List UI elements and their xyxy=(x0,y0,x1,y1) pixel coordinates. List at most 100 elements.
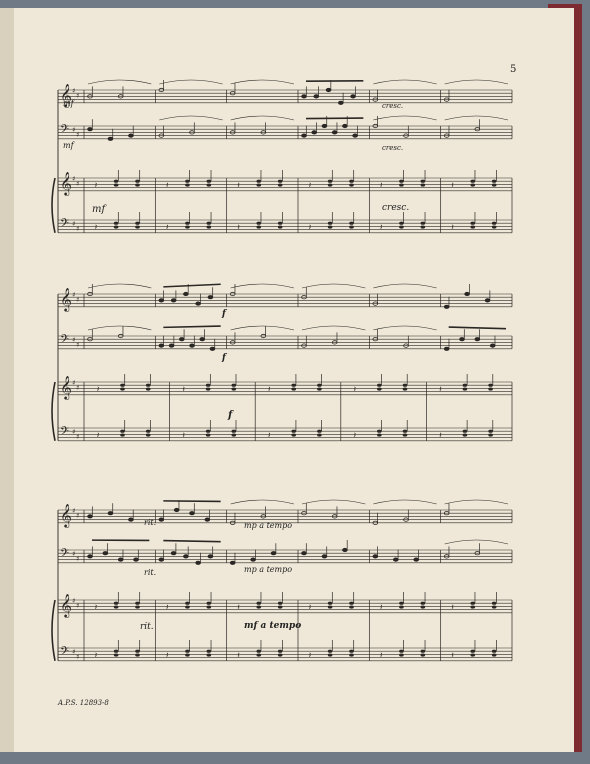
system-1-piano-rh-key: ♯ xyxy=(76,180,79,188)
system-3-cello-key: ♯ xyxy=(72,550,75,558)
system-3-piano-lh-chord xyxy=(328,650,333,653)
system-3-piano-lh-chord xyxy=(135,653,140,656)
system-3-piano-lh-key: ♯ xyxy=(72,648,75,656)
system-3-piano-lh-chord xyxy=(114,653,119,656)
system-3-piano-lh-chord xyxy=(492,653,497,656)
system-1-piano-rh-chord xyxy=(207,180,212,183)
system-2-cello-note xyxy=(179,338,184,341)
system-2-piano-lh-chord xyxy=(232,433,237,436)
system-2-piano-rh-chord xyxy=(146,384,151,387)
system-3-piano-rh-chord xyxy=(207,602,212,605)
system-2-violin-key: ♯ xyxy=(76,296,79,304)
system-2-violin-note xyxy=(159,299,164,302)
system-3-piano-rh-chord xyxy=(421,605,426,608)
system-1-piano-lh-chord xyxy=(278,222,283,225)
system-2-piano-rh-chord xyxy=(232,387,237,390)
score-sheet: 5 A.P.S. 12893-8 𝄞♯♯𝄢♯♯𝄞♯♯𝄽𝄽𝄽𝄽𝄽𝄽𝄢♯♯𝄽𝄽𝄽𝄽𝄽… xyxy=(0,0,590,760)
system-3-piano-lh-chord xyxy=(349,653,354,656)
system-2-cello-key: ♯ xyxy=(72,336,75,344)
system-1-piano-rh-chord xyxy=(492,180,497,183)
system-2-cello-clef: 𝄢 xyxy=(60,333,69,349)
system-3-cello-note xyxy=(196,561,201,564)
system-3-piano-rh-chord xyxy=(185,605,190,608)
system-1-piano-rh-chord xyxy=(207,183,212,186)
system-2-piano-rh-chord xyxy=(291,384,296,387)
system-1-piano-lh-chord xyxy=(470,222,475,225)
s3-cello-rit: rit. xyxy=(144,568,156,577)
system-2-piano-rh-chord xyxy=(146,387,151,390)
system-3-cello-note xyxy=(342,548,347,551)
system-2-piano-lh-chord xyxy=(463,430,468,433)
system-1-cello-key: ♯ xyxy=(76,131,79,139)
system-2-piano-rh-key: ♯ xyxy=(72,379,75,387)
system-3-piano-lh-chord xyxy=(114,650,119,653)
gutter-shadow xyxy=(0,8,14,752)
system-1-cello-note xyxy=(128,134,133,137)
system-1-piano-rh-chord xyxy=(185,180,190,183)
system-1-piano-rh-chord xyxy=(135,183,140,186)
system-2-piano-rh-chord xyxy=(317,384,322,387)
system-1-piano-rh-clef: 𝄞 xyxy=(60,171,72,196)
system-2-piano-rh-chord xyxy=(206,384,211,387)
system-2-cello-note xyxy=(475,338,480,341)
system-1-piano-lh-chord xyxy=(421,222,426,225)
system-2-cello-note xyxy=(169,344,174,347)
system-3-cello-note xyxy=(159,558,164,561)
system-3-violin-note xyxy=(128,518,133,521)
system-3-cello-note xyxy=(230,561,235,564)
system-3-piano-rh-chord xyxy=(421,602,426,605)
s1-piano-dyn: mf xyxy=(92,204,107,215)
system-1-cello-note xyxy=(312,131,317,134)
system-3-cello-note xyxy=(171,552,176,555)
system-3-cello-note xyxy=(373,555,378,558)
system-2-cello-note xyxy=(444,347,449,350)
system-3-piano-lh-chord xyxy=(135,650,140,653)
system-3-piano-rh-chord xyxy=(399,605,404,608)
system-1-piano-rh-chord xyxy=(328,183,333,186)
system-3-cello-note xyxy=(118,558,123,561)
system-2-violin-note xyxy=(171,299,176,302)
system-1-piano-rh-chord xyxy=(399,180,404,183)
system-1-cello-clef: 𝄢 xyxy=(60,123,69,139)
system-1-piano-rh-chord xyxy=(278,183,283,186)
system-3-violin-key: ♯ xyxy=(72,507,75,515)
system-3-piano-lh-chord xyxy=(399,653,404,656)
system-1-piano-rh-chord xyxy=(185,183,190,186)
system-2-piano-rh-chord xyxy=(488,384,493,387)
system-2-cello-key: ♯ xyxy=(76,341,79,349)
system-1-piano-rh-chord xyxy=(349,180,354,183)
system-3-piano-rh-chord xyxy=(470,605,475,608)
system-1-violin-key: ♯ xyxy=(72,87,75,95)
system-3-piano-rh-chord xyxy=(114,602,119,605)
system-1-piano-lh-chord xyxy=(256,222,261,225)
system-3-cello-note xyxy=(88,555,93,558)
system-1-violin-note xyxy=(351,95,356,98)
system-1-cello-note xyxy=(108,137,113,140)
system-3-piano-rh-chord xyxy=(256,605,261,608)
system-3-piano-rh-chord xyxy=(278,605,283,608)
system-1-piano-rh-chord xyxy=(349,183,354,186)
s1-violin-cresc: cresc. xyxy=(382,102,403,110)
system-3-piano-lh-chord xyxy=(185,653,190,656)
system-3-piano-lh-chord xyxy=(278,650,283,653)
system-2-piano-rh-chord xyxy=(120,387,125,390)
system-2-piano-lh-chord xyxy=(206,433,211,436)
system-3-violin-note xyxy=(88,515,93,518)
system-3-violin-clef: 𝄞 xyxy=(60,503,72,528)
system-2-piano-lh-chord xyxy=(488,430,493,433)
system-1-piano-lh-chord xyxy=(185,222,190,225)
system-1-cello-note xyxy=(88,128,93,131)
system-3-cello-note xyxy=(302,552,307,555)
system-1-piano-lh-chord xyxy=(135,222,140,225)
system-2-piano-rh-key: ♯ xyxy=(76,384,79,392)
system-1-cello-note xyxy=(342,124,347,127)
system-2-violin-key: ♯ xyxy=(72,291,75,299)
system-2-violin-clef: 𝄞 xyxy=(60,287,72,312)
system-3-piano-lh-chord xyxy=(328,653,333,656)
system-2-piano-lh-chord xyxy=(120,430,125,433)
system-3-piano-rh-chord xyxy=(135,605,140,608)
system-1-piano-lh-chord xyxy=(114,225,119,228)
system-2-piano-lh-chord xyxy=(232,430,237,433)
system-2-cello-note xyxy=(200,338,205,341)
system-1-piano-lh-chord xyxy=(399,222,404,225)
